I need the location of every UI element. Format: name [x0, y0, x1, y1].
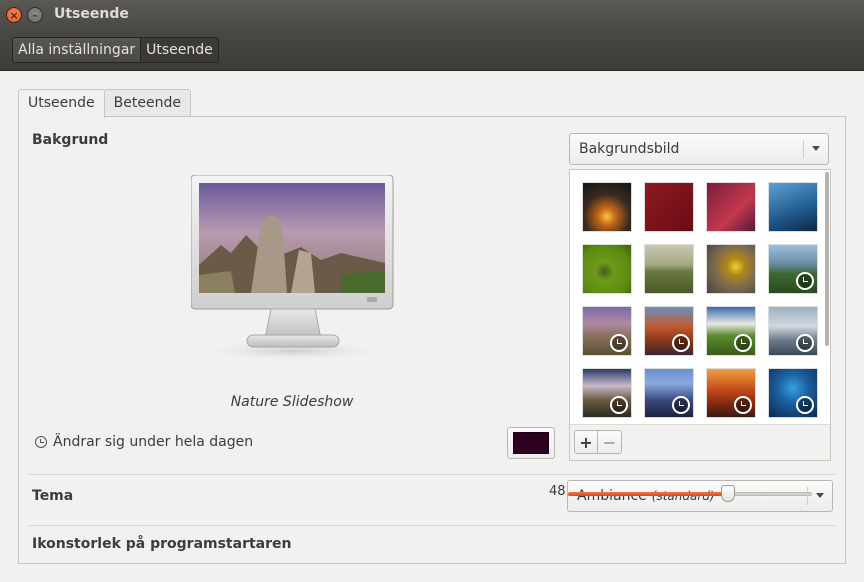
- theme-dropdown[interactable]: Ambiance (standard): [567, 480, 833, 512]
- wallpaper-gallery: + −: [569, 169, 831, 461]
- minimize-window-button[interactable]: –: [27, 7, 43, 23]
- clock-icon: [35, 436, 47, 448]
- slideshow-clock-icon: [734, 334, 752, 352]
- launcher-icon-size-handle[interactable]: [721, 485, 735, 502]
- tab-bar: Utseende Beteende: [18, 89, 191, 118]
- slideshow-clock-icon: [672, 334, 690, 352]
- close-icon: ×: [9, 8, 19, 22]
- sunset-wallpaper[interactable]: [582, 182, 632, 232]
- slideshow-clock-icon: [796, 334, 814, 352]
- tab-appearance[interactable]: Utseende: [18, 89, 105, 118]
- slideshow-clock-icon: [734, 396, 752, 414]
- breadcrumb-appearance[interactable]: Utseende: [141, 38, 218, 62]
- blue-ice-wallpaper[interactable]: [768, 182, 818, 232]
- toolbar: Alla inställningar Utseende: [0, 29, 864, 71]
- gallery-scrollbar[interactable]: [825, 172, 829, 346]
- red-flowers-wallpaper[interactable]: [644, 182, 694, 232]
- red-canyon-wallpaper[interactable]: [644, 306, 694, 356]
- blue-cave-wallpaper[interactable]: [768, 368, 818, 418]
- close-window-button[interactable]: ×: [6, 7, 22, 23]
- wallpaper-caption: Nature Slideshow: [230, 394, 354, 410]
- tab-behavior[interactable]: Beteende: [103, 89, 191, 117]
- slideshow-clock-icon: [610, 396, 628, 414]
- background-color-button[interactable]: [507, 427, 555, 459]
- background-type-dropdown[interactable]: Bakgrundsbild: [569, 133, 829, 165]
- title-bar: × – Utseende: [0, 0, 864, 29]
- theme-label: Tema: [32, 488, 74, 504]
- wallpaper-preview: [190, 174, 395, 361]
- gallery-footer: + −: [570, 424, 830, 460]
- launcher-icon-size-fill: [568, 492, 728, 496]
- rock-formation-wallpaper[interactable]: [582, 306, 632, 356]
- window-title: Utseende: [54, 6, 129, 22]
- mountain-clouds-wallpaper[interactable]: [582, 368, 632, 418]
- mountain-lake-wallpaper[interactable]: [768, 244, 818, 294]
- slideshow-clock-icon: [672, 396, 690, 414]
- divider: [29, 525, 835, 526]
- add-wallpaper-button[interactable]: +: [575, 431, 598, 453]
- launcher-icon-size-value: 48: [549, 484, 566, 499]
- theme-value: Ambiance: [577, 488, 647, 504]
- green-valley-wallpaper[interactable]: [706, 306, 756, 356]
- breadcrumb-all-settings[interactable]: Alla inställningar: [13, 38, 142, 62]
- slideshow-clock-icon: [610, 334, 628, 352]
- slideshow-info: Ändrar sig under hela dagen: [35, 434, 253, 450]
- slideshow-info-text: Ändrar sig under hela dagen: [53, 434, 254, 450]
- slideshow-clock-icon: [796, 396, 814, 414]
- slideshow-clock-icon: [796, 272, 814, 290]
- background-type-value: Bakgrundsbild: [579, 141, 680, 157]
- wallpaper-grid: [582, 182, 818, 418]
- yellow-flower-wallpaper[interactable]: [706, 244, 756, 294]
- main-content: Utseende Beteende Bakgrund Bakgrundsbild: [0, 72, 864, 582]
- divider: [29, 474, 835, 475]
- color-swatch: [513, 432, 549, 454]
- canyon-sunset-wallpaper[interactable]: [706, 368, 756, 418]
- background-label: Bakgrund: [32, 132, 109, 148]
- launcher-icon-size-label: Ikonstorlek på programstartaren: [32, 536, 292, 552]
- add-remove-group: + −: [574, 430, 622, 454]
- remove-wallpaper-button[interactable]: −: [598, 431, 621, 453]
- green-ubuntu-wallpaper[interactable]: [582, 244, 632, 294]
- minimize-icon: –: [32, 8, 38, 22]
- chevron-down-icon: [816, 493, 824, 498]
- breadcrumb: Alla inställningar Utseende: [12, 37, 219, 63]
- road-field-wallpaper[interactable]: [644, 244, 694, 294]
- purple-gradient-wallpaper[interactable]: [706, 182, 756, 232]
- winter-tree-wallpaper[interactable]: [768, 306, 818, 356]
- castle-wallpaper[interactable]: [644, 368, 694, 418]
- chevron-down-icon: [812, 146, 820, 151]
